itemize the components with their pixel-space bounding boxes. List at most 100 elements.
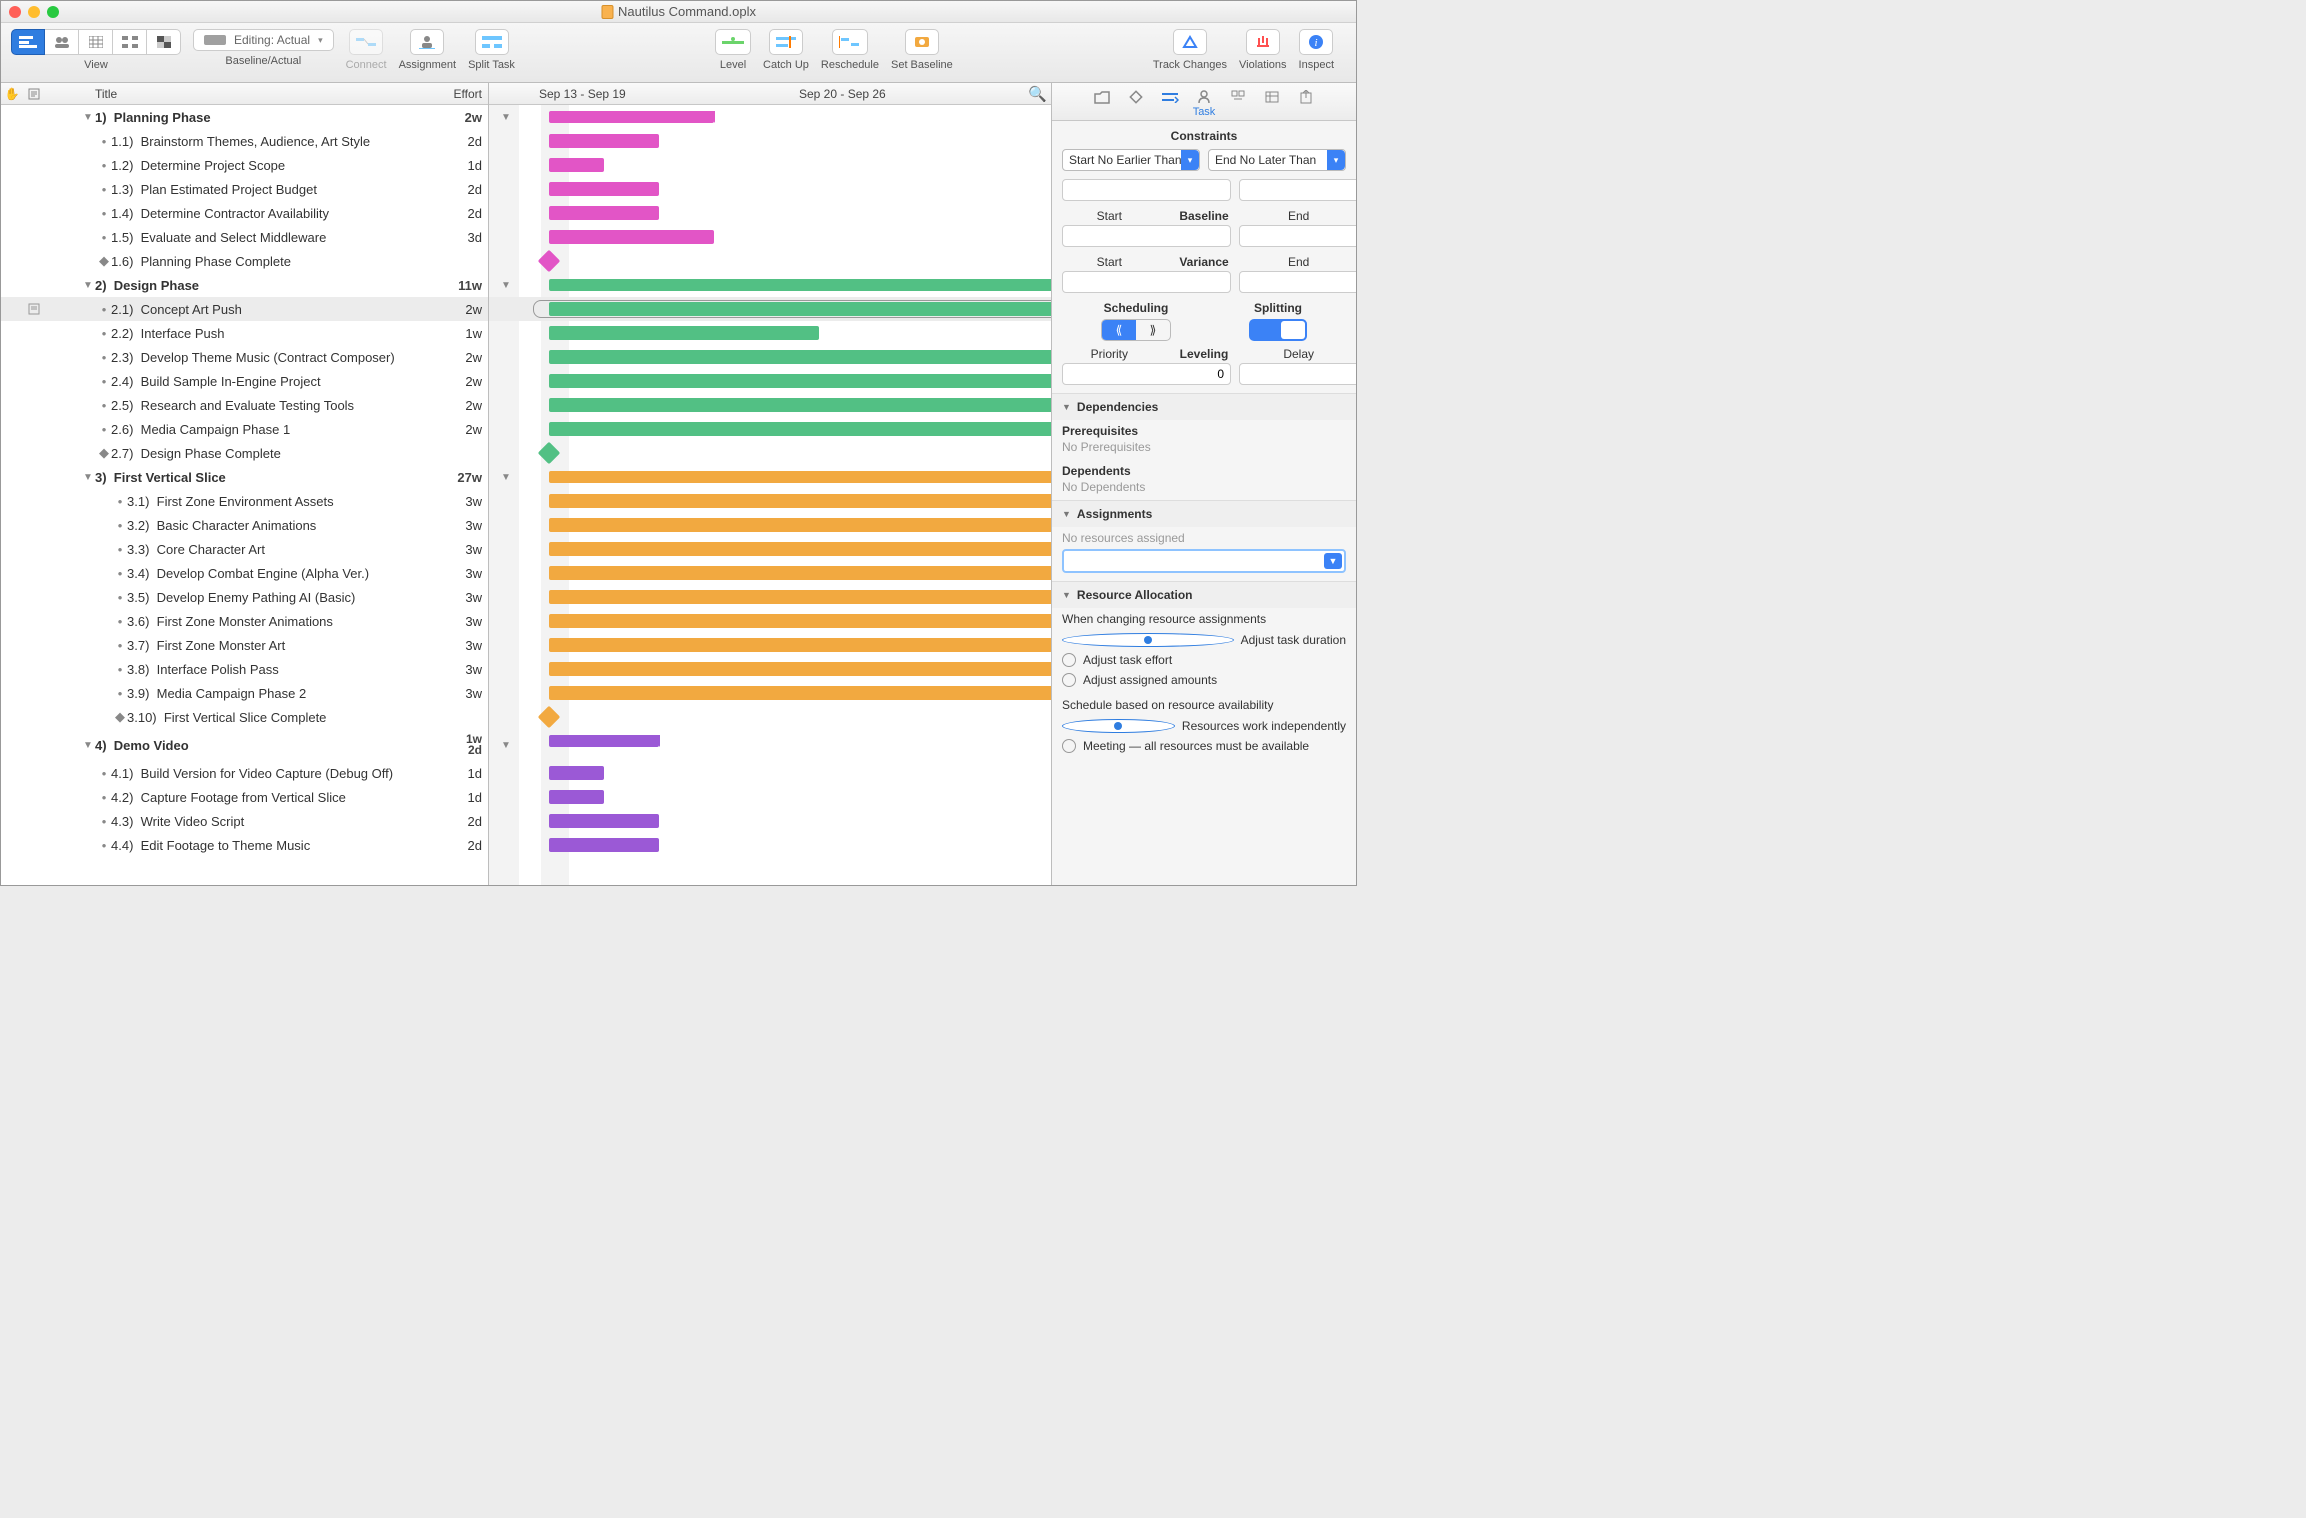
opt-independent-row[interactable]: Resources work independently — [1062, 716, 1346, 736]
task-bar[interactable] — [549, 638, 1051, 652]
task-bar[interactable] — [549, 542, 1051, 556]
splitting-switch[interactable] — [1249, 319, 1307, 341]
gantt-row[interactable] — [489, 833, 1051, 857]
outline-task-row[interactable]: •2.4) Build Sample In-Engine Project2w — [1, 369, 488, 393]
assignments-header[interactable]: ▼Assignments — [1052, 500, 1356, 527]
dependencies-header[interactable]: ▼Dependencies — [1052, 393, 1356, 420]
calendar-view-icon[interactable] — [79, 29, 113, 55]
outline-task-row[interactable]: •2.5) Research and Evaluate Testing Tool… — [1, 393, 488, 417]
task-tab-icon[interactable] — [1160, 87, 1180, 107]
resource-view-icon[interactable] — [45, 29, 79, 55]
connect-button[interactable] — [349, 29, 383, 55]
task-bar[interactable] — [549, 662, 1051, 676]
summary-bar[interactable] — [549, 111, 714, 123]
summary-bar[interactable] — [549, 735, 659, 747]
task-bar[interactable] — [549, 790, 604, 804]
gantt-row[interactable] — [489, 297, 1051, 321]
gantt-row[interactable] — [489, 225, 1051, 249]
milestone-diamond[interactable] — [538, 706, 561, 729]
outline-task-row[interactable]: •3.5) Develop Enemy Pathing AI (Basic)3w — [1, 585, 488, 609]
milestone-diamond[interactable] — [538, 442, 561, 465]
search-icon[interactable]: 🔍 — [1028, 85, 1047, 103]
milestone-tab-icon[interactable] — [1126, 87, 1146, 107]
level-button[interactable] — [715, 29, 751, 55]
baseline-actual-picker[interactable]: Editing: Actual ▾ — [193, 29, 334, 51]
gantt-view-icon[interactable] — [11, 29, 45, 55]
task-bar[interactable] — [549, 230, 714, 244]
scheduling-toggle[interactable]: ⟪⟫ — [1101, 319, 1171, 341]
project-tab-icon[interactable] — [1092, 87, 1112, 107]
inspect-button[interactable]: i — [1299, 29, 1333, 55]
set-baseline-button[interactable] — [905, 29, 939, 55]
disclosure-icon[interactable]: ▼ — [81, 112, 95, 123]
outline-task-row[interactable]: ◆3.10) First Vertical Slice Complete — [1, 705, 488, 729]
outline-group-row[interactable]: ▼2) Design Phase11w — [1, 273, 488, 297]
outline-task-row[interactable]: •3.4) Develop Combat Engine (Alpha Ver.)… — [1, 561, 488, 585]
delay-input[interactable] — [1239, 363, 1356, 385]
outline-task-row[interactable]: •3.3) Core Character Art3w — [1, 537, 488, 561]
outline-task-row[interactable]: •4.3) Write Video Script2d — [1, 809, 488, 833]
title-column-header[interactable]: Title — [45, 87, 433, 101]
outline-task-row[interactable]: •2.3) Develop Theme Music (Contract Comp… — [1, 345, 488, 369]
task-bar[interactable] — [549, 838, 659, 852]
disclosure-icon[interactable]: ▼ — [501, 280, 511, 291]
task-bar[interactable] — [549, 206, 659, 220]
resource-tab-icon[interactable] — [1194, 87, 1214, 107]
start-constraint-select[interactable]: Start No Earlier Than▾ — [1062, 149, 1200, 171]
baseline-end-input[interactable] — [1239, 225, 1356, 247]
effort-column-header[interactable]: Effort — [433, 87, 488, 101]
end-constraint-date[interactable] — [1239, 179, 1356, 201]
task-bar[interactable] — [549, 766, 604, 780]
gantt-row[interactable] — [489, 761, 1051, 785]
gantt-row[interactable] — [489, 393, 1051, 417]
task-bar[interactable] — [549, 302, 1051, 316]
network-view-icon[interactable] — [113, 29, 147, 55]
task-bar[interactable] — [549, 134, 659, 148]
end-constraint-select[interactable]: End No Later Than▾ — [1208, 149, 1346, 171]
opt-duration-row[interactable]: Adjust task duration — [1062, 630, 1346, 650]
outline-task-row[interactable]: •2.1) Concept Art Push2w — [1, 297, 488, 321]
gantt-row[interactable] — [489, 345, 1051, 369]
gantt-row[interactable] — [489, 585, 1051, 609]
gantt-row[interactable] — [489, 489, 1051, 513]
disclosure-icon[interactable]: ▼ — [81, 280, 95, 291]
gantt-row[interactable] — [489, 153, 1051, 177]
gantt-row[interactable] — [489, 785, 1051, 809]
outline-task-row[interactable]: •2.2) Interface Push1w — [1, 321, 488, 345]
gantt-row[interactable] — [489, 249, 1051, 273]
gantt-row[interactable] — [489, 609, 1051, 633]
task-bar[interactable] — [549, 158, 604, 172]
outline-group-row[interactable]: ▼1) Planning Phase2w — [1, 105, 488, 129]
disclosure-icon[interactable]: ▼ — [501, 472, 511, 483]
gantt-row[interactable]: ▼ — [489, 105, 1051, 129]
outline-task-row[interactable]: •4.2) Capture Footage from Vertical Slic… — [1, 785, 488, 809]
style-view-icon[interactable] — [147, 29, 181, 55]
gantt-row[interactable]: ▼ — [489, 273, 1051, 297]
outline-task-row[interactable]: ◆2.7) Design Phase Complete — [1, 441, 488, 465]
outline-task-row[interactable]: •2.6) Media Campaign Phase 12w — [1, 417, 488, 441]
reschedule-button[interactable] — [832, 29, 868, 55]
variance-start-input[interactable] — [1062, 271, 1231, 293]
opt-meeting-row[interactable]: Meeting — all resources must be availabl… — [1062, 736, 1346, 756]
assign-resource-combo[interactable]: ▼ — [1062, 549, 1346, 573]
outline-task-row[interactable]: •1.1) Brainstorm Themes, Audience, Art S… — [1, 129, 488, 153]
gantt-row[interactable] — [489, 417, 1051, 441]
opt-amounts-row[interactable]: Adjust assigned amounts — [1062, 670, 1346, 690]
zoom-icon[interactable] — [47, 6, 59, 18]
task-bar[interactable] — [549, 326, 819, 340]
task-bar[interactable] — [549, 182, 659, 196]
gantt-row[interactable]: ▼ — [489, 465, 1051, 489]
violations-button[interactable] — [1246, 29, 1280, 55]
note-col-icon[interactable] — [23, 88, 45, 100]
catch-up-button[interactable] — [769, 29, 803, 55]
task-bar[interactable] — [549, 422, 1051, 436]
task-bar[interactable] — [549, 374, 1051, 388]
task-bar[interactable] — [549, 398, 1051, 412]
outline-task-row[interactable]: •3.8) Interface Polish Pass3w — [1, 657, 488, 681]
gantt-row[interactable] — [489, 201, 1051, 225]
gantt-row[interactable] — [489, 681, 1051, 705]
outline-task-row[interactable]: ◆1.6) Planning Phase Complete — [1, 249, 488, 273]
split-task-button[interactable] — [475, 29, 509, 55]
outline-task-row[interactable]: •4.1) Build Version for Video Capture (D… — [1, 761, 488, 785]
task-bar[interactable] — [549, 590, 1051, 604]
